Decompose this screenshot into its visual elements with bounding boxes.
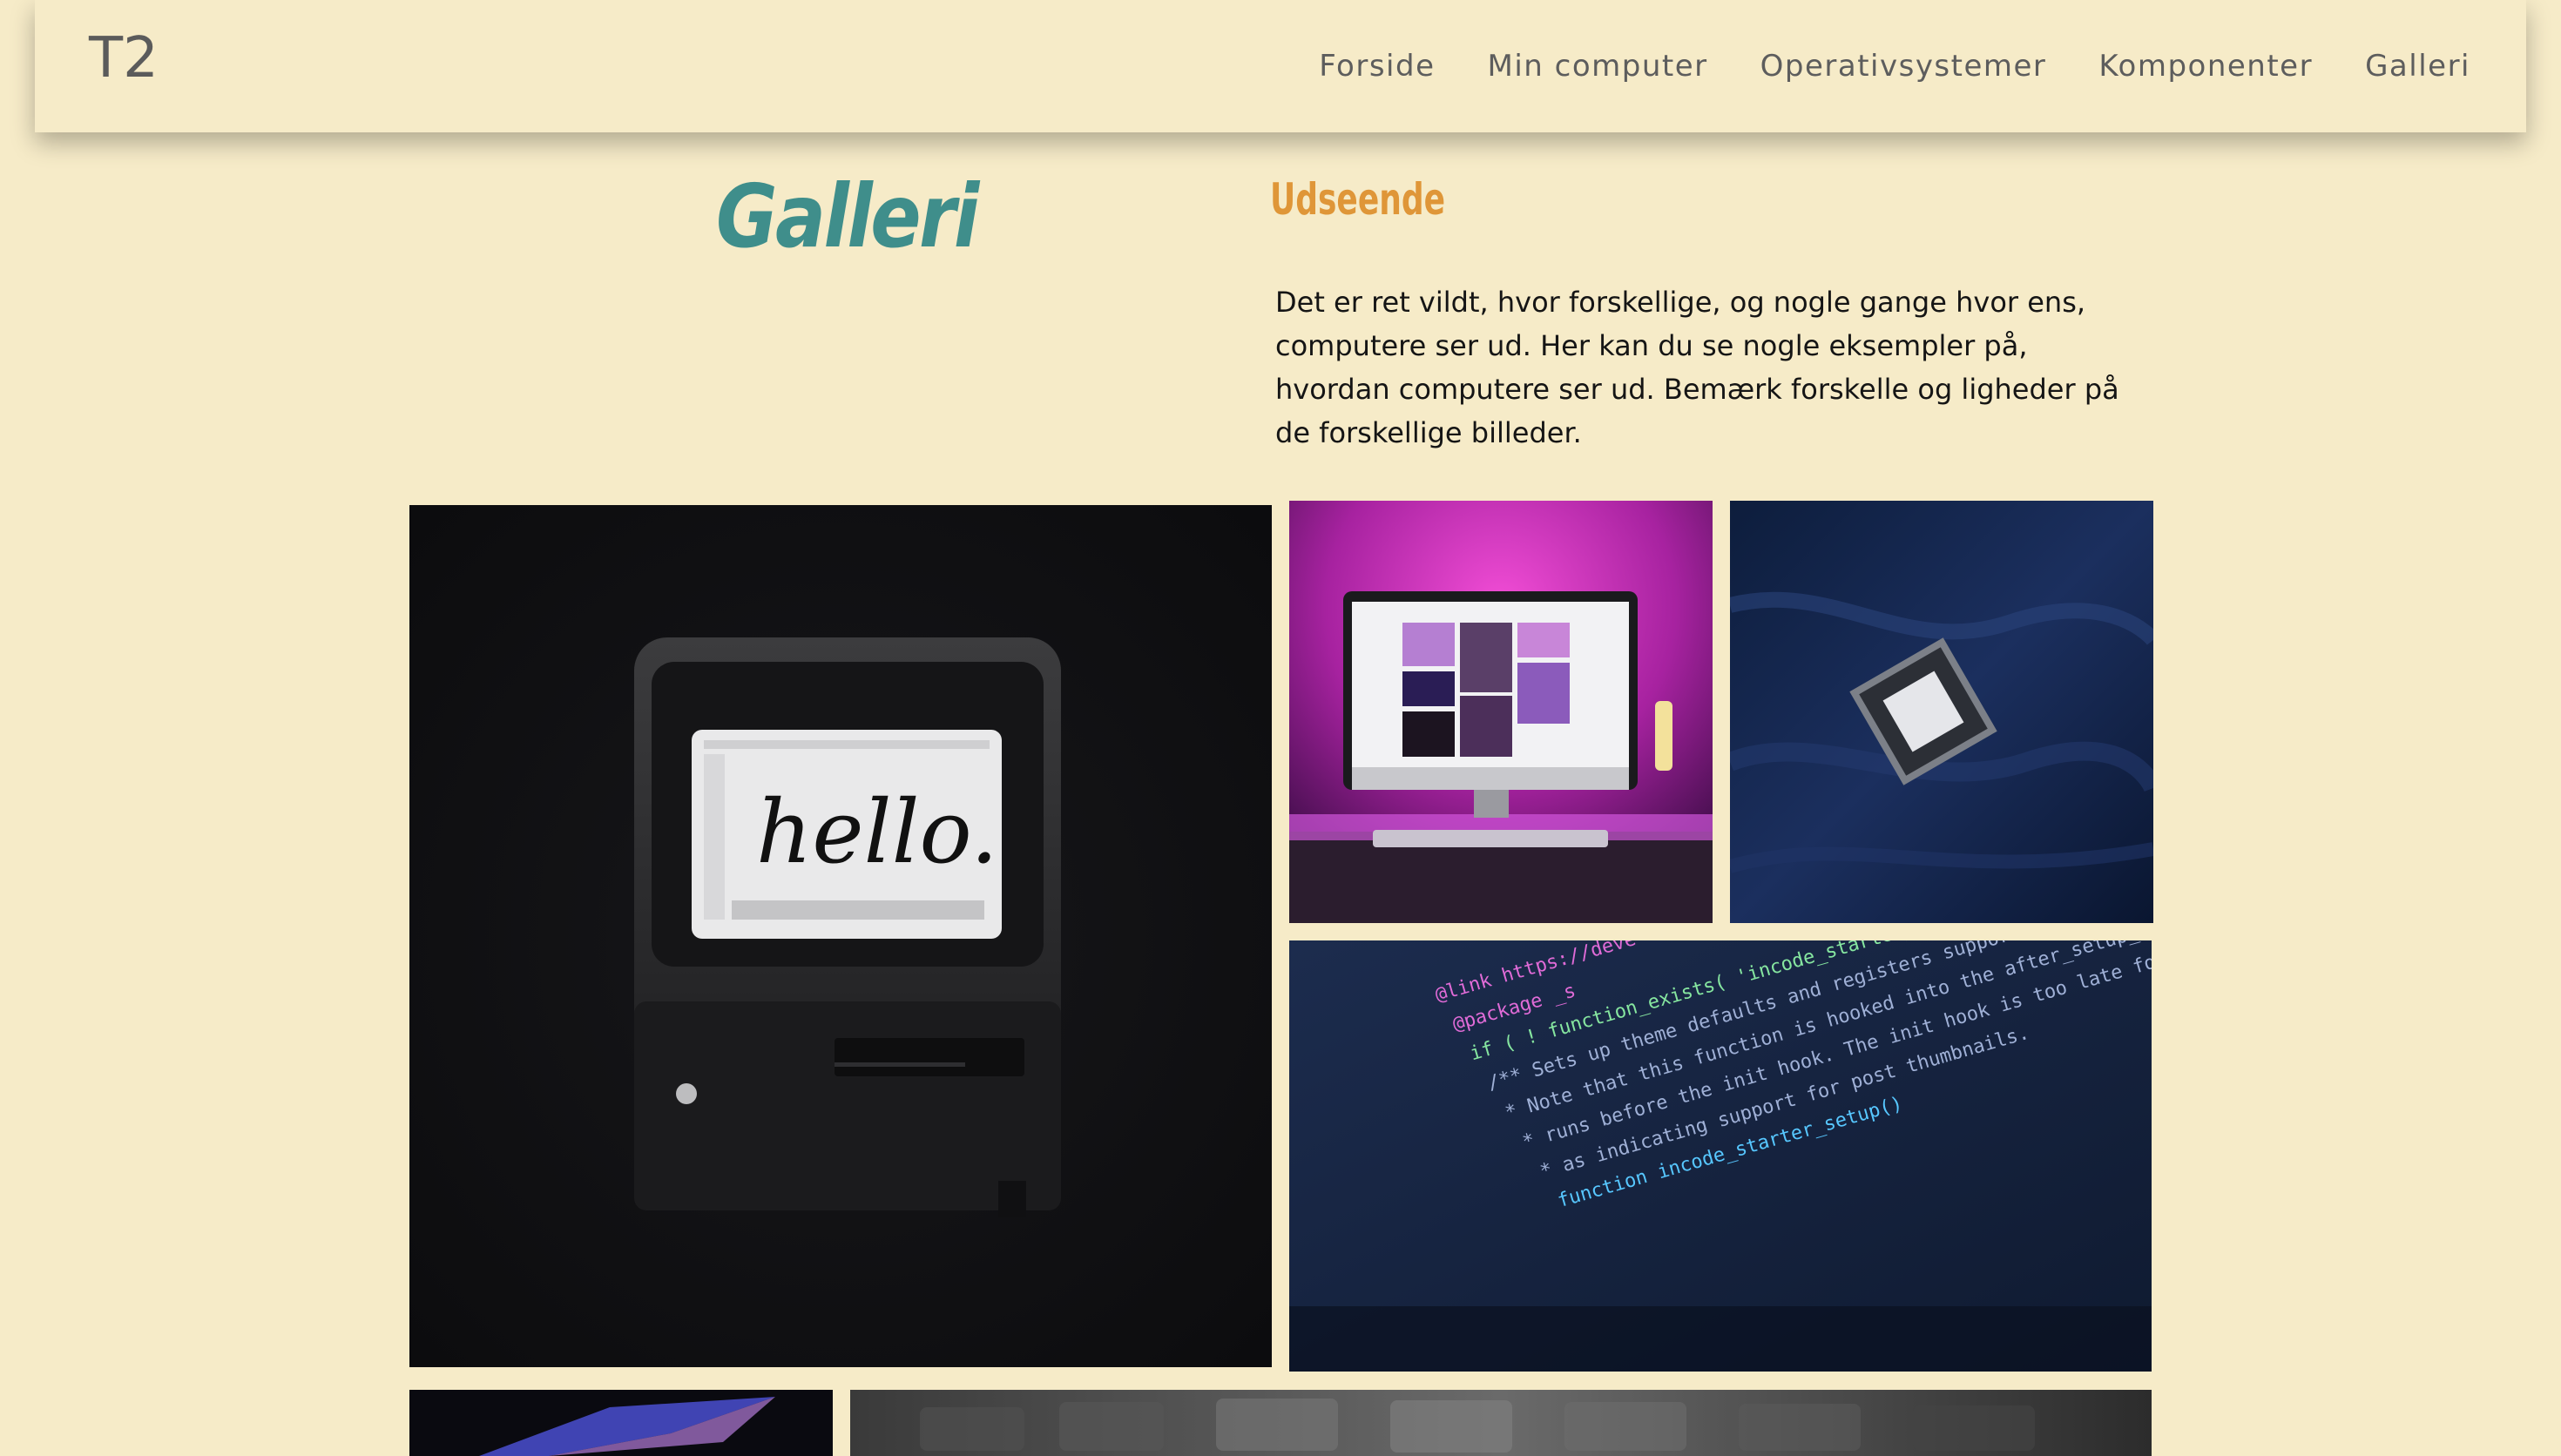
partial-image-left: [409, 1390, 833, 1456]
classic-mac-illustration: hello.: [409, 505, 1272, 1367]
nav-link-operativsystemer[interactable]: Operativsystemer: [1760, 49, 2047, 84]
gallery-image-partial-left[interactable]: [409, 1390, 833, 1456]
code-screen-illustration: @link https://deve @package _s if ( ! fu…: [1289, 940, 2152, 1372]
main-nav: Forside Min computer Operativsystemer Ko…: [1319, 49, 2470, 84]
gallery-image-imac-pink[interactable]: [1289, 501, 1713, 923]
nav-link-forside[interactable]: Forside: [1319, 49, 1435, 84]
gallery-image-code-screen[interactable]: @link https://deve @package _s if ( ! fu…: [1289, 940, 2152, 1372]
site-logo[interactable]: T2: [89, 26, 159, 91]
hello-text: hello.: [756, 781, 998, 883]
top-navbar: T2 Forside Min computer Operativsystemer…: [35, 0, 2526, 132]
page-title: Galleri: [716, 165, 979, 267]
nav-link-komponenter[interactable]: Komponenter: [2098, 49, 2313, 84]
section-heading: Udseende: [1270, 174, 1446, 225]
imac-illustration: [1289, 501, 1713, 923]
nav-link-min-computer[interactable]: Min computer: [1488, 49, 1708, 84]
intro-paragraph: Det er ret vildt, hvor forskellige, og n…: [1275, 286, 2119, 449]
apple-logo-icon: [676, 1083, 697, 1104]
cpu-chip-illustration: [1730, 501, 2153, 923]
partial-image-keyboard: [850, 1390, 2152, 1456]
gallery-image-classic-mac[interactable]: hello.: [409, 505, 1272, 1367]
nav-link-galleri[interactable]: Galleri: [2365, 49, 2470, 84]
gallery-image-partial-keyboard[interactable]: [850, 1390, 2152, 1456]
gallery-image-cpu-chip[interactable]: [1730, 501, 2153, 923]
